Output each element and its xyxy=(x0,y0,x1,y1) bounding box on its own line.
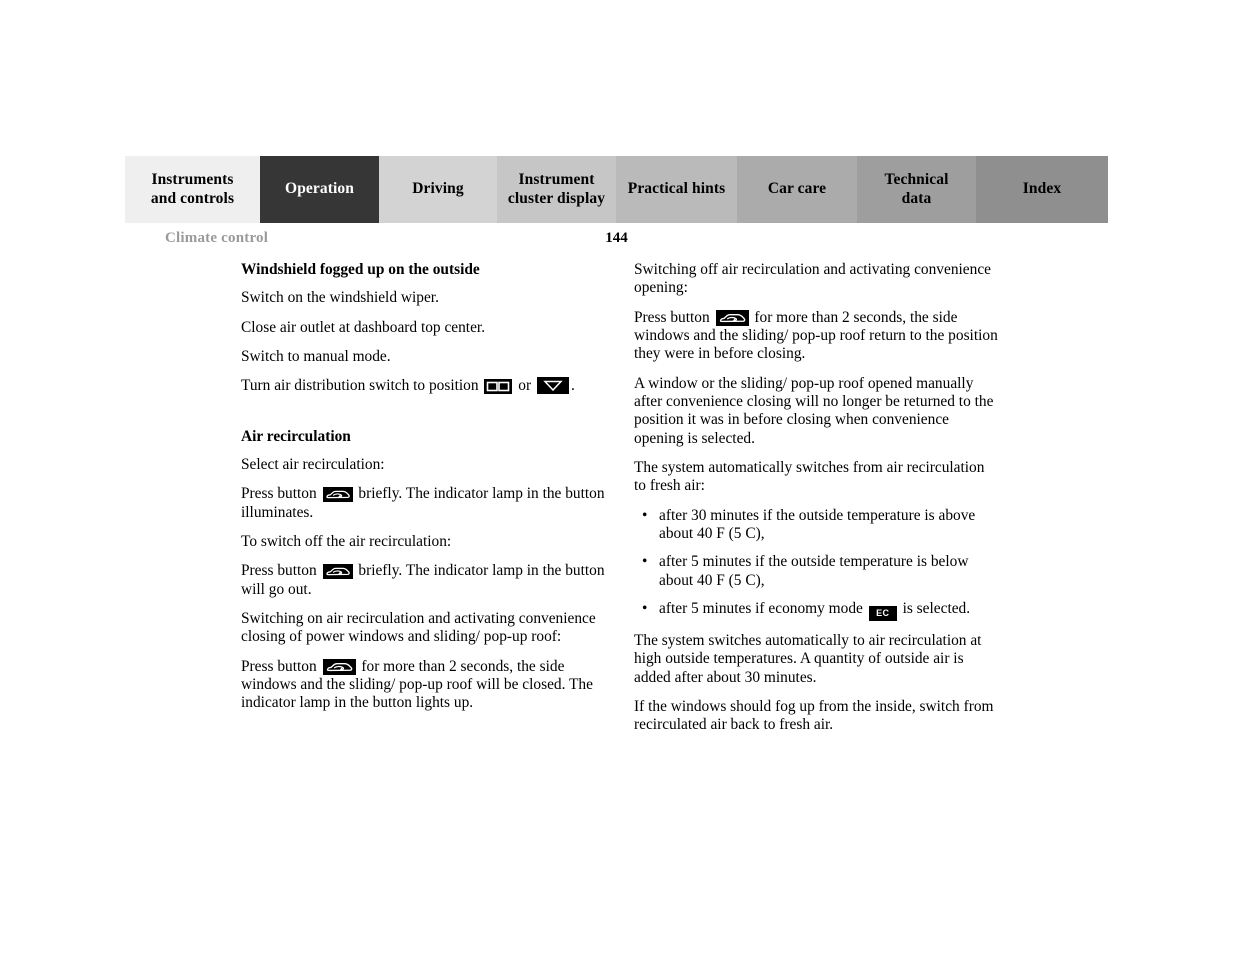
text-fragment: Press button xyxy=(634,308,714,326)
paragraph-manual-opening-note: A window or the sliding/ pop-up roof ope… xyxy=(634,374,994,447)
text-fragment: is selected. xyxy=(898,599,971,617)
tab-label: Instruments and controls xyxy=(151,171,234,208)
running-head: Climate control 144 xyxy=(125,230,1108,252)
tab-label-line2: and controls xyxy=(150,189,235,207)
paragraph-fog-inside-note: If the windows should fog up from the in… xyxy=(634,697,994,734)
tab-label-line2: cluster display xyxy=(507,189,606,207)
paragraph-switch-off-recirculation: To switch off the air recirculation: xyxy=(241,532,452,550)
tab-label-line1: Technical xyxy=(884,171,949,189)
air-recirculation-icon xyxy=(322,658,356,675)
text-fragment: . xyxy=(570,377,575,395)
chapter-tabbar: Instruments and controls Operation Drivi… xyxy=(125,156,1108,223)
tab-car-care[interactable]: Car care xyxy=(737,156,857,223)
tab-label: Operation xyxy=(285,180,354,198)
tab-label: Technical data xyxy=(884,171,948,208)
paragraph-air-distribution-position: Turn air distribution switch to position… xyxy=(241,377,606,395)
paragraph-press-button-briefly-on: Press button briefly. The indicator lamp… xyxy=(241,485,606,522)
paragraph-high-temperature-behavior: The system switches automatically to air… xyxy=(634,631,982,686)
tab-operation[interactable]: Operation xyxy=(260,156,379,223)
tab-instrument-cluster-display[interactable]: Instrument cluster display xyxy=(497,156,616,223)
tab-label-line1: Instrument xyxy=(518,171,595,189)
list-item: after 5 minutes if the outside temperatu… xyxy=(634,553,999,590)
paragraph-press-button-briefly-off: Press button briefly. The indicator lamp… xyxy=(241,562,606,599)
tab-driving[interactable]: Driving xyxy=(379,156,497,223)
list-item: after 5 minutes if economy mode EC is se… xyxy=(634,600,999,621)
paragraph-automatic-switch-fresh-air: The system automatically switches from a… xyxy=(634,458,985,495)
air-vent-dashboard-icon xyxy=(484,379,513,395)
paragraph-switching-on-convenience-closing: Switching on air recirculation and activ… xyxy=(241,609,596,646)
paragraph-press-button-2-seconds-close: Press button for more than 2 seconds, th… xyxy=(241,658,606,713)
text-fragment: Press button xyxy=(241,562,321,580)
text-fragment: or xyxy=(514,377,535,395)
tab-index[interactable]: Index xyxy=(976,156,1108,223)
tab-label: Index xyxy=(1022,180,1062,198)
economy-mode-icon: EC xyxy=(868,605,897,621)
paragraph-switch-manual-mode: Switch to manual mode. xyxy=(241,347,391,365)
air-recirculation-icon xyxy=(322,487,353,503)
tab-label: Practical hints xyxy=(627,180,726,198)
tab-label-line1: Instruments xyxy=(151,171,234,189)
text-fragment: Press button xyxy=(241,657,321,675)
page-number: 144 xyxy=(605,230,628,246)
air-recirculation-icon xyxy=(322,564,353,580)
paragraph-press-button-2-seconds-open: Press button for more than 2 seconds, th… xyxy=(634,309,999,364)
tab-label: Car care xyxy=(767,180,827,198)
tab-label: Instrument cluster display xyxy=(508,171,605,208)
tab-technical-data[interactable]: Technical data xyxy=(857,156,976,223)
content-column-left: Windshield fogged up on the outside Swit… xyxy=(241,261,606,724)
tab-label: Driving xyxy=(412,180,464,198)
air-vent-footwell-icon xyxy=(536,377,569,395)
paragraph-close-air-outlet: Close air outlet at dashboard top center… xyxy=(241,318,486,336)
paragraph-select-air-recirculation: Select air recirculation: xyxy=(241,455,385,473)
tab-practical-hints[interactable]: Practical hints xyxy=(616,156,737,223)
paragraph-switch-on-wiper: Switch on the windshield wiper. xyxy=(241,289,439,307)
tab-instruments-and-controls[interactable]: Instruments and controls xyxy=(125,156,260,223)
text-fragment: Turn air distribution switch to position xyxy=(241,377,483,395)
tab-label-line2: data xyxy=(901,189,932,207)
list-automatic-switch-conditions: after 30 minutes if the outside temperat… xyxy=(634,507,999,621)
air-recirculation-icon xyxy=(715,309,749,326)
list-item: after 30 minutes if the outside temperat… xyxy=(634,507,999,544)
heading-windshield-fogged-outside: Windshield fogged up on the outside xyxy=(241,261,480,278)
paragraph-switching-off-convenience-opening: Switching off air recirculation and acti… xyxy=(634,261,991,297)
text-fragment: Press button xyxy=(241,485,321,503)
heading-air-recirculation: Air recirculation xyxy=(241,427,351,445)
text-fragment: after 5 minutes if economy mode xyxy=(659,599,867,617)
content-column-right: Switching off air recirculation and acti… xyxy=(634,261,999,746)
manual-page: Instruments and controls Operation Drivi… xyxy=(0,0,1235,954)
